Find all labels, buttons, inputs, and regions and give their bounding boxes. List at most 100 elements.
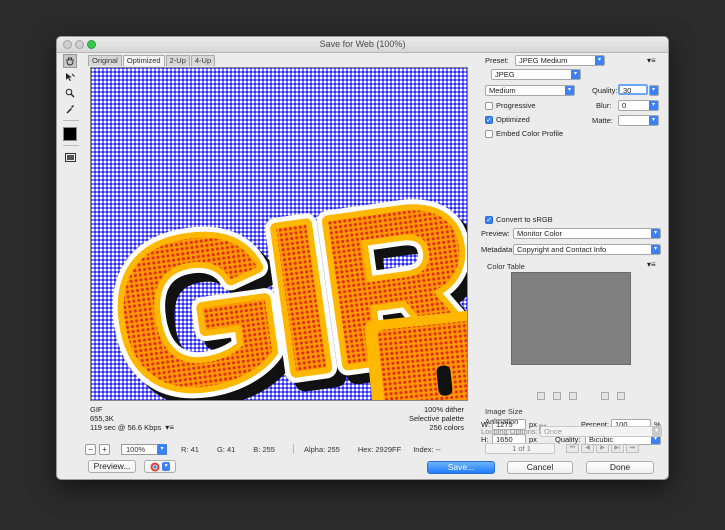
- chevron-down-icon: ▾: [651, 245, 660, 254]
- preview-color-select[interactable]: Monitor Color ▾: [513, 228, 661, 239]
- status-divider: [292, 444, 294, 454]
- color-table-menu-icon[interactable]: ▾≡: [647, 259, 656, 270]
- optimize-menu-icon[interactable]: ▾≡: [647, 55, 656, 66]
- chevron-down-icon: ▾: [595, 56, 604, 65]
- blue-value: B: 255: [253, 444, 275, 454]
- looping-options-value: Once: [544, 427, 562, 436]
- colors-info: 256 colors: [429, 423, 464, 432]
- trash-icon[interactable]: [617, 392, 625, 400]
- dither-info: 100% dither: [423, 405, 464, 414]
- download-time: 119 sec @ 56.6 Kbps: [90, 423, 162, 432]
- image-size-heading: Image Size: [485, 407, 523, 416]
- view-tabs: Original Optimized 2-Up 4-Up: [88, 55, 216, 66]
- save-button[interactable]: Save...: [427, 461, 495, 474]
- tool-divider: [63, 120, 79, 121]
- save-for-web-window: Save for Web (100%) Original Optimized 2…: [56, 36, 669, 480]
- index-value: Index: --: [413, 444, 441, 454]
- optimized-checkbox[interactable]: ✓: [485, 116, 493, 124]
- chevron-down-icon: ▾: [649, 116, 658, 125]
- status-bar: − + 100% ▾ R: 41 G: 41 B: 255 Alpha: 255…: [85, 442, 470, 456]
- green-value: G: 41: [216, 444, 236, 454]
- title-bar: Save for Web (100%): [57, 37, 668, 53]
- zoom-window-button[interactable]: [87, 40, 96, 49]
- zoom-level-select[interactable]: 100% ▾: [121, 443, 167, 455]
- close-window-button[interactable]: [63, 40, 72, 49]
- metadata-select[interactable]: Copyright and Contact Info ▾: [513, 244, 661, 255]
- zoom-icon[interactable]: [63, 86, 77, 100]
- eyedropper-color-swatch[interactable]: [63, 127, 77, 141]
- animation-heading: Animation: [485, 417, 519, 426]
- preview-label: Preview:: [481, 229, 510, 238]
- quality-slider-toggle[interactable]: ▾: [649, 85, 659, 96]
- comic-text-artwork: GIR GIR GIR GIR: [91, 147, 467, 400]
- toggle-slices-icon[interactable]: [63, 150, 77, 164]
- optimization-settings-panel: Preset: JPEG Medium ▾ ▾≡ JPEG ▾ Medium ▾ Qu…: [475, 54, 667, 454]
- hex-value: Hex: 2929FF: [357, 444, 402, 454]
- chevron-down-icon: ▾: [652, 427, 661, 436]
- map-color-icon[interactable]: [537, 392, 545, 400]
- blur-input[interactable]: 0 ▾: [618, 100, 659, 111]
- browser-preview-select[interactable]: ▾: [144, 460, 176, 473]
- browser-icon: [150, 462, 160, 472]
- tool-palette: [63, 54, 79, 166]
- hand-icon[interactable]: [63, 54, 77, 68]
- embed-color-profile-checkbox[interactable]: [485, 130, 493, 138]
- animation-controls: ⏮ ◀ ▶ ▶| ⏭: [566, 444, 639, 453]
- palette-info: Selective palette: [408, 414, 464, 423]
- lock-color-icon[interactable]: [553, 392, 561, 400]
- eyedropper-icon[interactable]: [63, 102, 77, 116]
- chevron-down-icon: ▾: [157, 443, 167, 455]
- last-frame-icon[interactable]: ⏭: [626, 444, 639, 453]
- file-format-select[interactable]: JPEG ▾: [491, 69, 581, 80]
- chevron-down-icon: ▾: [651, 229, 660, 238]
- convert-srgb-checkbox[interactable]: ✓: [485, 216, 493, 224]
- progressive-checkbox[interactable]: [485, 102, 493, 110]
- quality-label: Quality:: [592, 86, 618, 95]
- new-color-icon[interactable]: [601, 392, 609, 400]
- window-title: Save for Web (100%): [319, 39, 406, 49]
- compression-value: Medium: [489, 86, 516, 95]
- preview-color-value: Monitor Color: [517, 229, 563, 238]
- color-table-heading: Color Table: [487, 262, 525, 271]
- web-snap-icon[interactable]: [569, 392, 577, 400]
- download-rate-menu-icon[interactable]: ▾≡: [165, 423, 174, 432]
- tab-2-up[interactable]: 2-Up: [165, 55, 190, 66]
- preset-value: JPEG Medium: [519, 56, 568, 65]
- tab-original[interactable]: Original: [88, 55, 122, 66]
- cancel-button[interactable]: Cancel: [507, 461, 573, 474]
- looping-options-label: Looping Options:: [481, 427, 538, 436]
- play-icon[interactable]: ▶: [596, 444, 609, 453]
- tab-optimized[interactable]: Optimized: [122, 55, 165, 66]
- metadata-label: Metadata:: [481, 245, 515, 254]
- optimization-info: GIF 655,3K 119 sec @ 56.6 Kbps ▾≡ 100% di…: [90, 403, 468, 433]
- quality-value: 30: [623, 86, 632, 95]
- zoom-out-button[interactable]: −: [85, 443, 96, 455]
- zoom-level-value: 100%: [126, 444, 146, 454]
- preset-label: Preset:: [485, 56, 509, 65]
- compression-select[interactable]: Medium ▾: [485, 85, 575, 96]
- quality-input[interactable]: 30: [618, 84, 648, 95]
- preset-select[interactable]: JPEG Medium ▾: [515, 55, 605, 66]
- file-format: GIF: [90, 405, 103, 414]
- first-frame-icon[interactable]: ⏮: [566, 444, 579, 453]
- chevron-down-icon: ▾: [565, 86, 574, 95]
- image-preview[interactable]: GIR GIR GIR GIR: [90, 67, 468, 401]
- blur-value: 0: [622, 101, 627, 110]
- previous-frame-icon[interactable]: ◀: [581, 444, 594, 453]
- comic-letter-lower: [364, 309, 467, 400]
- done-button[interactable]: Done: [586, 461, 654, 474]
- matte-select[interactable]: ▾: [618, 115, 659, 126]
- preview-button[interactable]: Preview...: [88, 460, 136, 473]
- file-size: 655,3K: [90, 414, 114, 423]
- embed-color-profile-label: Embed Color Profile: [496, 129, 564, 138]
- zoom-in-button[interactable]: +: [99, 443, 110, 455]
- file-format-value: JPEG: [495, 70, 515, 79]
- tab-4-up[interactable]: 4-Up: [190, 55, 216, 66]
- next-frame-icon[interactable]: ▶|: [611, 444, 624, 453]
- looping-options-select[interactable]: Once ▾: [540, 426, 662, 437]
- slice-select-icon[interactable]: [63, 70, 77, 84]
- minimize-window-button[interactable]: [75, 40, 84, 49]
- chevron-down-icon: ▾: [650, 86, 658, 95]
- metadata-value: Copyright and Contact Info: [517, 245, 607, 254]
- color-table-area[interactable]: [511, 272, 631, 365]
